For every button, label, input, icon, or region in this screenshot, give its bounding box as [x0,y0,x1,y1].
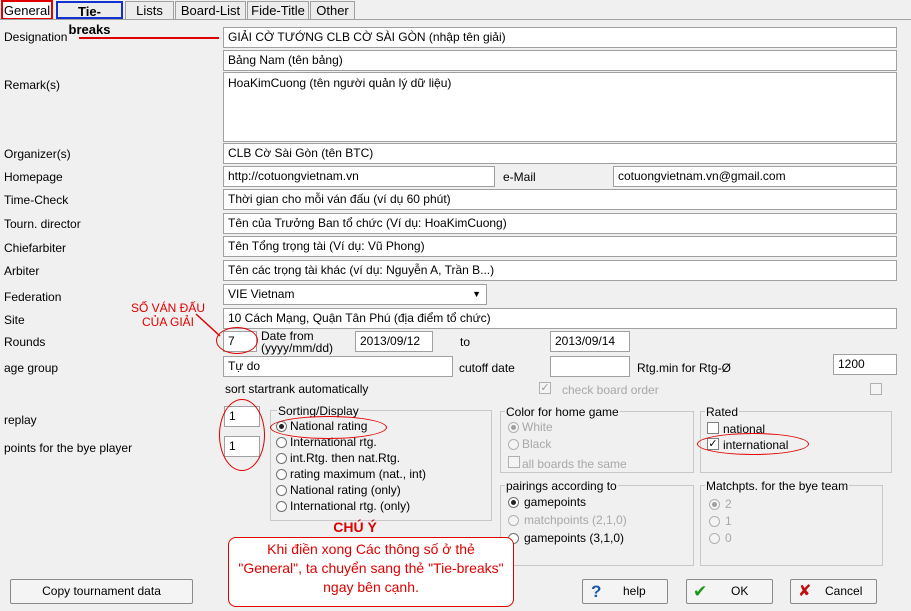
date-from-label: Date from (yyyy/mm/dd) [261,329,333,355]
all-boards-checkbox[interactable] [508,456,520,468]
arbiter-input[interactable]: Tên các trọng tài khác (ví dụ: Nguyễn A,… [223,260,897,281]
designation-label: Designation [4,30,68,44]
cutoff-date-label: cutoff date [459,361,515,375]
chevron-down-icon: ▼ [472,289,481,299]
matchpts-bye-title: Matchpts. for the bye team [705,479,850,493]
email-input[interactable]: cotuongvietnam.vn@gmail.com [613,166,897,187]
remarks-textarea[interactable]: HoaKimCuong (tên người quản lý dữ liệu) [223,72,897,142]
matchpts-radio-2[interactable] [709,499,720,510]
rtg-min-input[interactable]: 1200 [833,354,897,375]
sorting-option-label: National rating (only) [290,483,401,497]
organizer-label: Organizer(s) [4,147,71,161]
designation-input[interactable]: GIẢI CỜ TƯỚNG CLB CỜ SÀI GÒN (nhập tên g… [223,27,897,48]
check-board-order-label: check board order [562,383,659,397]
tab-fide-title[interactable]: Fide-Title [247,1,309,19]
help-button-label: help [623,584,646,598]
age-group-label: age group [4,361,59,375]
arbiter-label: Arbiter [4,264,40,278]
matchpts-radio-0[interactable] [709,533,720,544]
time-check-input[interactable]: Thời gian cho mỗi ván đấu (ví dụ 60 phút… [223,189,897,210]
ok-button[interactable]: ✔ OK [686,579,773,604]
federation-value: VIE Vietnam [228,287,295,301]
rated-title: Rated [705,405,740,419]
check-board-order-checkbox[interactable] [870,383,882,395]
homepage-input[interactable]: http://cotuongvietnam.vn [223,166,495,187]
homepage-label: Homepage [4,170,63,184]
pairings-title: pairings according to [505,479,618,493]
replay-label: replay [4,413,37,427]
sorting-option-label: int.Rtg. then nat.Rtg. [290,451,401,465]
to-label: to [460,335,471,349]
ok-button-label: OK [731,584,749,598]
tourn-director-label: Tourn. director [4,217,81,231]
tab-board-list[interactable]: Board-List [175,1,246,19]
help-icon: ? [591,582,602,601]
color-home-option-label: White [522,420,553,434]
rated-national-checkbox[interactable] [707,422,719,434]
tab-lists[interactable]: Lists [125,1,174,19]
email-label: e-Mail [503,170,536,184]
points-bye-label: points for the bye player [4,441,133,455]
sorting-radio-international[interactable] [276,437,287,448]
cancel-button-label: Cancel [825,584,863,598]
sorting-option-label: rating maximum (nat., int) [290,467,427,481]
matchpts-option-label: 2 [725,497,732,511]
remarks-label: Remark(s) [4,78,60,92]
rounds-label: Rounds [4,335,46,349]
sorting-radio-rating-max[interactable] [276,469,287,480]
replay-highlight-ellipse [219,399,265,471]
copy-tournament-data-button[interactable]: Copy tournament data [10,579,193,604]
note-box: Khi điền xong Các thông số ở thẻ "Genera… [228,537,514,607]
date-from-input[interactable]: 2013/09/12 [355,331,433,352]
date-to-input[interactable]: 2013/09/14 [550,331,630,352]
age-group-input[interactable]: Tự do [223,356,453,377]
help-button[interactable]: ? help [582,579,668,604]
rtg-min-label: Rtg.min for Rtg-Ø [637,361,732,375]
cutoff-date-input[interactable] [550,356,630,377]
federation-label: Federation [4,290,62,304]
chiefarbiter-label: Chiefarbiter [4,241,67,255]
matchpts-option-label: 1 [725,514,732,528]
color-home-option-label: Black [522,437,552,451]
matchpts-radio-1[interactable] [709,516,720,527]
sort-startrank-checkbox[interactable]: ✓ [539,382,551,394]
sorting-radio-national-only[interactable] [276,485,287,496]
national-rating-highlight-ellipse [270,416,387,439]
sorting-radio-int-then-nat[interactable] [276,453,287,464]
designation-pointer-line [79,37,219,39]
chiefarbiter-input[interactable]: Tên Tổng trọng tài (Ví dụ: Vũ Phong) [223,236,897,257]
organizer-input[interactable]: CLB Cờ Sài Gòn (tên BTC) [223,143,897,164]
tab-panel-border [0,19,911,20]
color-home-title: Color for home game [505,405,620,419]
international-highlight-ellipse [697,433,809,455]
pairings-radio-matchpoints[interactable] [508,515,519,526]
tab-other[interactable]: Other [310,1,355,19]
tourn-director-input[interactable]: Tên của Trưởng Ban tổ chức (Ví dụ: HoaKi… [223,213,897,234]
color-home-radio-black[interactable] [508,439,519,450]
sort-startrank-label: sort startrank automatically [225,382,369,396]
site-input[interactable]: 10 Cách Mạng, Quận Tân Phú (địa điểm tổ … [223,308,897,329]
cancel-button[interactable]: ✘ Cancel [790,579,877,604]
designation2-input[interactable]: Bảng Nam (tên bảng) [223,50,897,71]
pairings-option-label: gamepoints (3,1,0) [524,531,625,545]
pairings-option-label: matchpoints (2,1,0) [524,513,627,527]
tab-tie-breaks[interactable]: Tie-breaks [56,1,123,37]
site-label: Site [4,313,25,327]
pairings-radio-gamepoints[interactable] [508,497,519,508]
rounds-highlight-ellipse [216,327,258,354]
color-home-radio-white[interactable] [508,422,519,433]
note-title: CHÚ Ý [333,519,377,535]
federation-select[interactable]: VIE Vietnam ▼ [223,284,487,305]
check-icon: ✔ [693,582,708,601]
sorting-option-label: International rtg. (only) [290,499,411,513]
time-check-label: Time-Check [4,193,69,207]
tab-general[interactable]: General [1,0,53,20]
matchpts-option-label: 0 [725,531,732,545]
all-boards-label: all boards the same [522,457,627,471]
pairings-option-label: gamepoints [524,495,587,509]
cross-icon: ✘ [798,583,812,600]
sorting-radio-international-only[interactable] [276,501,287,512]
